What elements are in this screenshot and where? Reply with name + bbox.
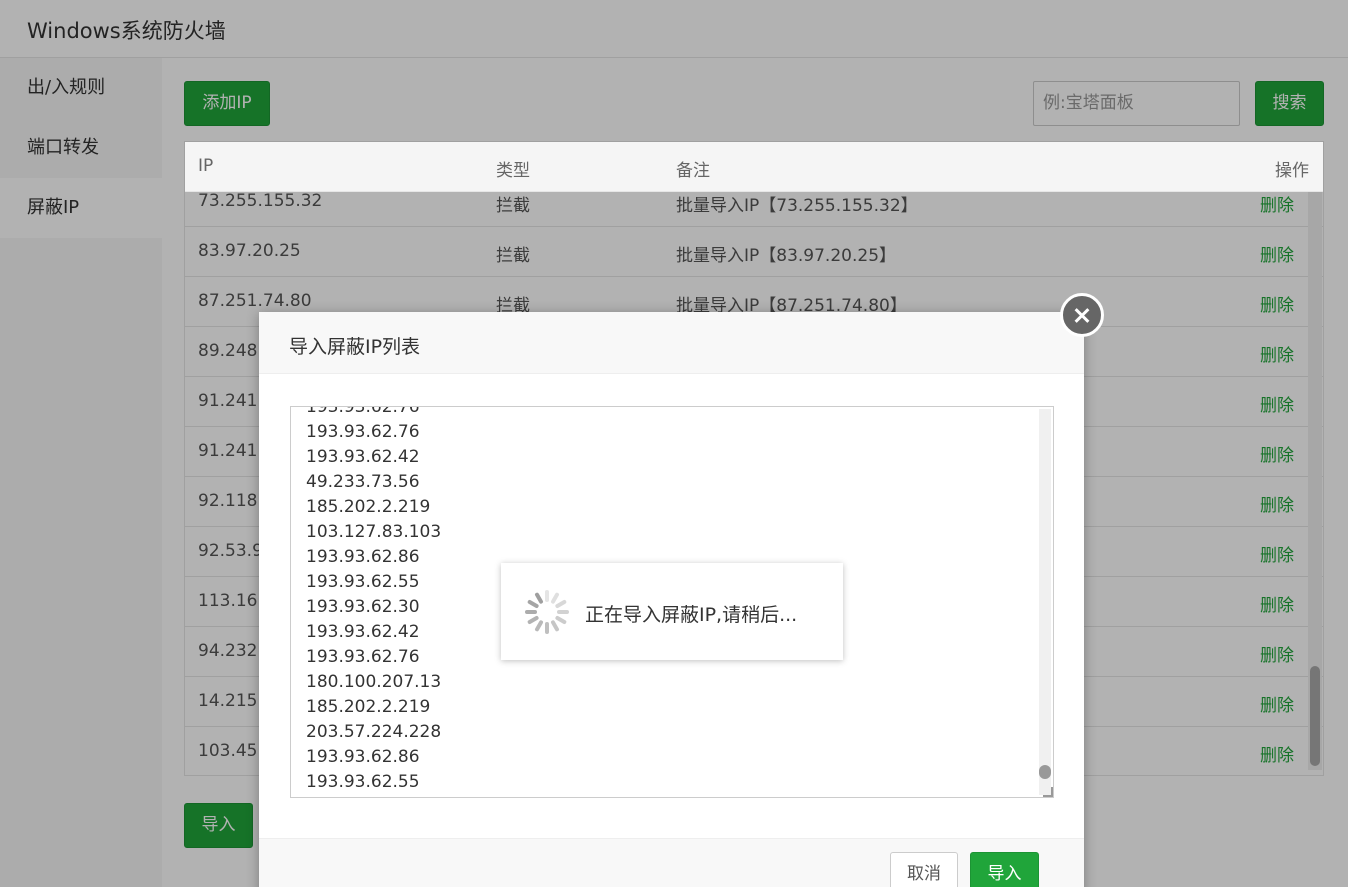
resize-handle[interactable] (1043, 787, 1053, 797)
ip-list-lines: 193.93.62.76 193.93.62.76 193.93.62.42 49.2… (306, 406, 442, 795)
modal-footer (259, 838, 1084, 887)
ip-line: 180.100.207.13 (306, 672, 442, 692)
ip-line: 193.93.62.76 (306, 406, 420, 417)
ip-line: 193.93.62.55 (306, 572, 420, 592)
header-ip: IP (198, 156, 214, 176)
modal-import-button[interactable]: 导入 (970, 852, 1039, 887)
loading-toast: 正在导入屏蔽IP,请稍后... (501, 563, 843, 660)
ip-line: 193.93.62.42 (306, 622, 420, 642)
textarea-scrollbar[interactable] (1039, 409, 1051, 795)
ip-line: 193.93.62.55 (306, 772, 420, 792)
ip-line: 203.57.224.228 (306, 722, 442, 742)
modal-header: 导入屏蔽IP列表 (259, 312, 1084, 374)
textarea-scroll-thumb[interactable] (1039, 765, 1051, 779)
ip-line: 103.127.83.103 (306, 522, 442, 542)
modal-title: 导入屏蔽IP列表 (289, 336, 421, 358)
ip-line: 193.93.62.76 (306, 647, 420, 667)
ip-line: 193.93.62.42 (306, 447, 420, 467)
spinner-icon (523, 588, 571, 636)
ip-line: 193.93.62.76 (306, 422, 420, 442)
ip-line: 185.202.2.219 (306, 697, 431, 717)
ip-line: 193.93.62.86 (306, 747, 420, 767)
header-note: 备注 (676, 161, 710, 181)
loading-text: 正在导入屏蔽IP,请稍后... (585, 604, 798, 626)
header-type: 类型 (496, 161, 530, 181)
modal-close-button[interactable] (1060, 293, 1104, 337)
ip-line: 49.233.73.56 (306, 472, 420, 492)
cancel-button[interactable]: 取消 (890, 852, 958, 887)
header-action: 操作 (1275, 161, 1309, 181)
ip-line: 193.93.62.30 (306, 597, 420, 617)
table-header: IP 类型 备注 操作 (185, 142, 1323, 192)
ip-line: 193.93.62.86 (306, 547, 420, 567)
ip-line: 185.202.2.219 (306, 497, 431, 517)
